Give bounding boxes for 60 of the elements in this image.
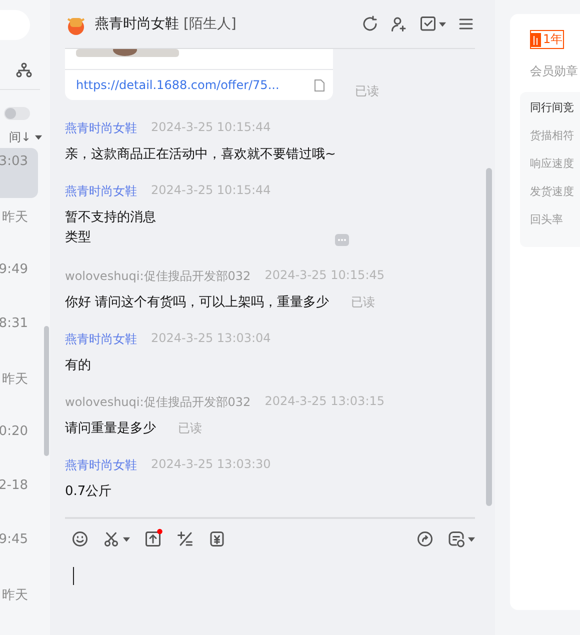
plus-minus-icon[interactable] — [176, 530, 194, 548]
message-time: 2024-3-25 10:15:44 — [151, 120, 271, 136]
caret-icon[interactable] — [35, 135, 42, 140]
document-icon[interactable] — [314, 78, 325, 92]
scrollbar[interactable] — [44, 326, 49, 456]
sort-dropdown[interactable]: 间↓ — [8, 129, 42, 146]
membership-badge: 1年 — [530, 30, 564, 49]
message-text: 暂不支持的消息类型 — [65, 209, 157, 247]
conversation-item[interactable]: 9:45 — [0, 526, 38, 576]
chat-title: 燕青时尚女鞋 [陌生人] — [95, 15, 238, 33]
product-card[interactable]: https://detail.1688.com/offer/75... — [65, 49, 333, 100]
caret-icon[interactable] — [439, 22, 446, 26]
caret-icon[interactable] — [123, 536, 130, 542]
message-time: 2024-3-25 13:03:15 — [264, 394, 384, 410]
conversation-item[interactable]: 昨天 — [0, 202, 38, 252]
conversation-item[interactable]: 9:49 — [0, 256, 38, 306]
message-time: 2024-3-25 13:03:30 — [151, 457, 271, 473]
checkbox-icon[interactable] — [419, 15, 437, 33]
refresh-icon[interactable] — [361, 15, 379, 33]
conversation-item[interactable]: 0:20 — [0, 418, 38, 468]
read-status: 已读 — [355, 83, 379, 100]
share-icon[interactable] — [416, 530, 434, 548]
sender-name: 燕青时尚女鞋 — [65, 457, 137, 474]
medal-label: 会员勋章 — [530, 62, 579, 80]
emoji-icon[interactable] — [71, 530, 89, 548]
conversation-item[interactable]: 昨天 — [0, 364, 38, 414]
sender-name: 燕青时尚女鞋 — [65, 331, 137, 348]
message-text: 有的 — [65, 357, 91, 374]
scrollbar[interactable] — [486, 168, 492, 506]
message-text: 请问重量是多少 — [65, 420, 156, 437]
coupon-icon[interactable] — [208, 530, 226, 548]
conversation-item[interactable]: 昨天 — [0, 580, 38, 630]
stat-label: 回头率 — [530, 212, 564, 226]
add-user-icon[interactable] — [390, 15, 408, 33]
stat-label: 货描相符 — [530, 128, 575, 142]
sender-name: 燕青时尚女鞋 — [65, 183, 137, 200]
upload-icon[interactable] — [144, 530, 162, 548]
message-time: 2024-3-25 10:15:45 — [264, 268, 384, 284]
badge-icon — [531, 32, 541, 46]
sender-name: woloveshuqi:促佳搜品开发部032 — [65, 268, 251, 285]
message-text: 0.7公斤 — [65, 483, 112, 500]
message-time: 2024-3-25 10:15:44 — [151, 183, 271, 199]
message-text: 亲，这款商品正在活动中，喜欢就不要错过哦~ — [65, 146, 336, 163]
message-time: 2024-3-25 13:03:04 — [151, 331, 271, 347]
conversation-item[interactable]: 8:31 — [0, 310, 38, 360]
sender-name: woloveshuqi:促佳搜品开发部032 — [65, 394, 251, 411]
stat-label: 响应速度 — [530, 156, 575, 170]
read-status: 已读 — [178, 420, 202, 437]
conversation-item[interactable]: 3:03 — [0, 148, 38, 198]
message-text: 你好 请问这个有货吗，可以上架吗，重量多少 — [65, 294, 330, 311]
read-status: 已读 — [351, 294, 376, 311]
toggle-switch[interactable] — [4, 107, 30, 120]
org-chart-icon[interactable] — [16, 62, 32, 78]
scissors-icon[interactable] — [103, 530, 121, 548]
product-link[interactable]: https://detail.1688.com/offer/75... — [76, 78, 280, 92]
caret-icon[interactable] — [468, 536, 475, 542]
stats-title: 同行间竞 — [530, 100, 575, 114]
sender-name: 燕青时尚女鞋 — [65, 120, 137, 137]
chat-history-icon[interactable] — [448, 530, 466, 548]
stat-label: 发货速度 — [530, 184, 575, 198]
